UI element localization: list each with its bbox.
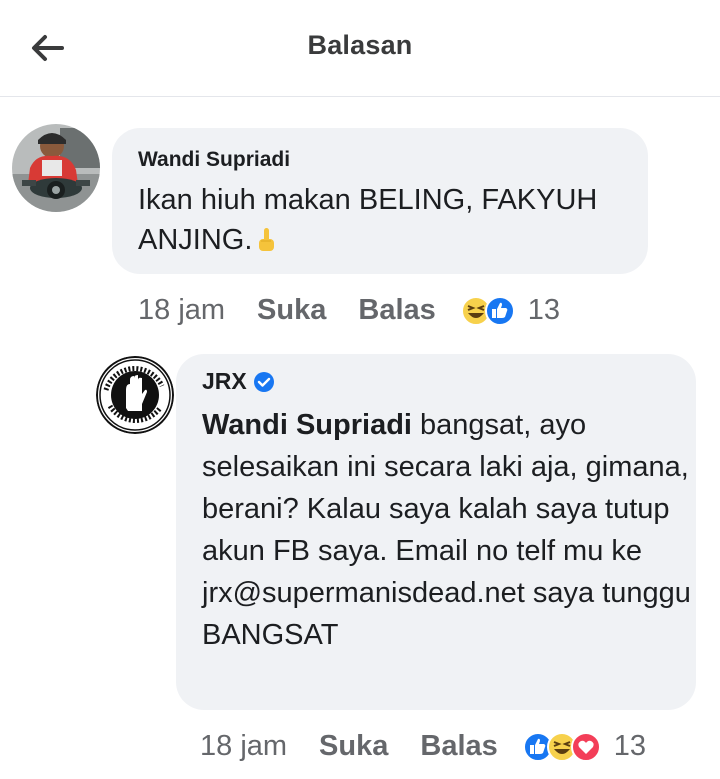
- like-button[interactable]: Suka: [257, 294, 326, 327]
- love-reaction-icon: [570, 731, 601, 762]
- reply-reactions-summary[interactable]: 13: [522, 730, 646, 763]
- reply-author-row: JRX: [202, 368, 275, 395]
- comment-time[interactable]: 18 jam: [138, 294, 225, 327]
- comment-bubble: Wandi Supriadi Ikan hiuh makan BELING, F…: [112, 128, 648, 274]
- reply-reaction-count: 13: [613, 730, 647, 762]
- avatar-photo: [12, 124, 100, 212]
- reply-time[interactable]: 18 jam: [200, 730, 287, 763]
- reply-like-button[interactable]: Suka: [319, 730, 388, 763]
- reply-bubble: JRX Wandi Supriadi bangsat, ayo selesaik…: [176, 354, 696, 710]
- reply-author[interactable]: JRX: [202, 368, 247, 395]
- reply-text-content: bangsat, ayo selesaikan ini secara laki …: [202, 409, 691, 651]
- reply-button[interactable]: Balas: [358, 294, 435, 327]
- header-bar: Balasan: [0, 0, 720, 97]
- comment-author[interactable]: Wandi Supriadi: [138, 148, 290, 172]
- page-title: Balasan: [307, 30, 413, 60]
- verified-badge-icon: [253, 371, 274, 392]
- reactions-summary[interactable]: 13: [460, 294, 560, 327]
- comment-text: Ikan hiuh makan BELING, FAKYUH ANJING.: [138, 180, 638, 264]
- middle-finger-emoji-icon: [256, 224, 276, 264]
- comment-meta: 18 jam Suka Balas 13: [138, 294, 560, 327]
- like-reaction-icon: [484, 295, 515, 326]
- avatar-jrx[interactable]: [96, 356, 174, 434]
- mention-link[interactable]: Wandi Supriadi: [202, 409, 412, 441]
- reaction-count: 13: [527, 294, 561, 326]
- comment-text-content: Ikan hiuh makan BELING, FAKYUH ANJING.: [138, 184, 598, 256]
- reply-reply-button[interactable]: Balas: [420, 730, 497, 763]
- reply-meta: 18 jam Suka Balas 13: [200, 730, 646, 763]
- avatar-logo: [96, 356, 174, 434]
- avatar-wandi[interactable]: [12, 124, 100, 212]
- reply-text: Wandi Supriadi bangsat, ayo selesaikan i…: [202, 404, 692, 656]
